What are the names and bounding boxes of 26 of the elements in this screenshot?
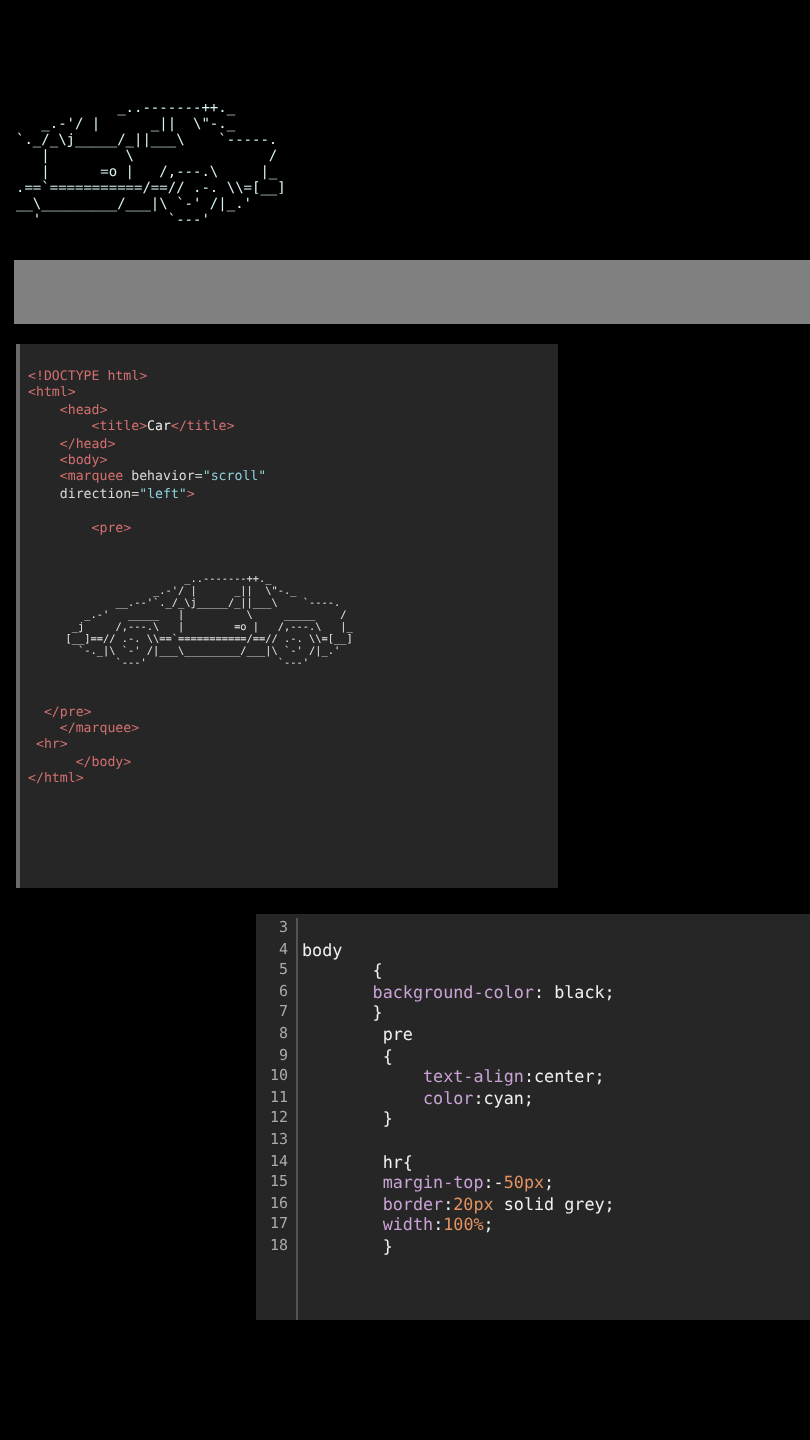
code-token: color	[421, 1087, 474, 1109]
code-token: background-color	[370, 981, 534, 1003]
code-token: {	[380, 1045, 393, 1067]
code-token: 100%	[443, 1214, 484, 1236]
code-token: :	[433, 1214, 444, 1236]
code-token: width	[380, 1214, 434, 1236]
code-token: hr{	[380, 1151, 413, 1173]
code-token: :	[443, 1193, 454, 1215]
code-token: {	[370, 960, 383, 982]
code-token: 20px	[453, 1193, 494, 1215]
code-token: ;	[483, 1214, 494, 1236]
code-token: 50px	[503, 1172, 545, 1194]
code-token: :-	[483, 1172, 504, 1194]
code-token: text-align	[421, 1066, 524, 1088]
code-token: body	[302, 939, 343, 961]
code-token: }	[380, 1108, 393, 1130]
code-token: :center;	[523, 1066, 605, 1088]
code-token: :cyan;	[473, 1087, 534, 1109]
code-token: }	[380, 1235, 393, 1257]
code-token: border	[380, 1193, 444, 1215]
code-token: solid grey;	[501, 1193, 615, 1215]
code-token: margin-top	[380, 1172, 484, 1194]
code-token: pre	[380, 1023, 413, 1046]
code-token: ;	[544, 1172, 555, 1194]
code-token: : black;	[533, 981, 615, 1003]
code-token: }	[370, 1002, 383, 1024]
